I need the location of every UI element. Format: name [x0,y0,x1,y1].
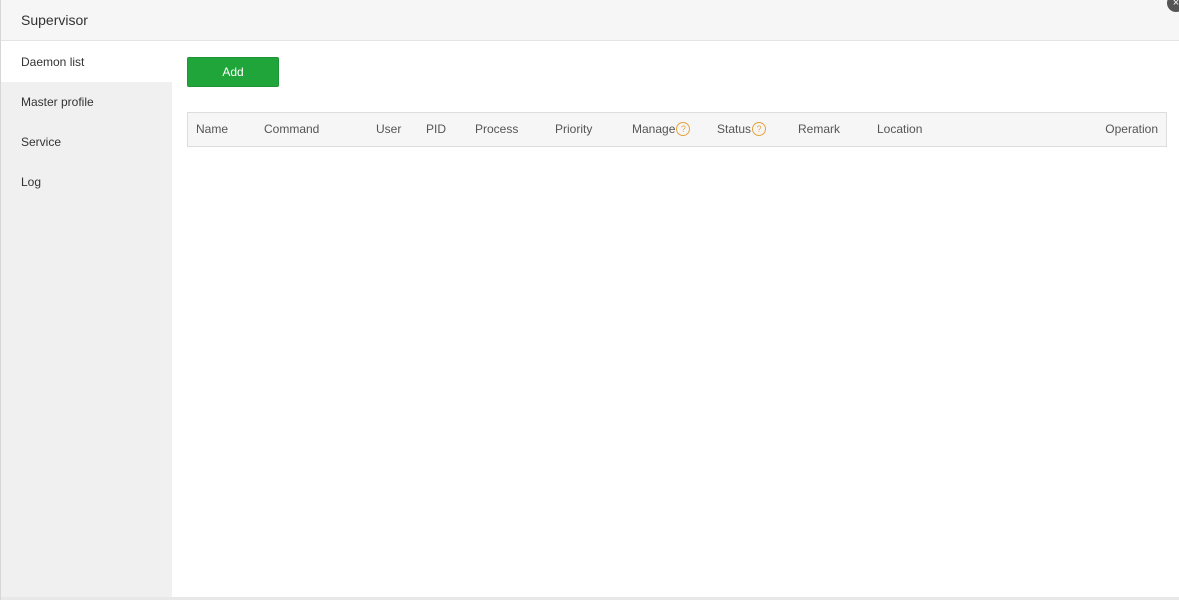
column-header-priority: Priority [555,122,593,136]
daemon-table-header: Name Command User PID Process Priority M… [187,112,1167,147]
column-header-remark: Remark [798,122,841,136]
column-header-location: Location [877,122,923,136]
column-header-manage-label: Manage [632,122,676,136]
column-header-manage: Manage? [632,113,691,146]
close-icon: × [1172,0,1179,9]
sidebar-item-label: Log [21,175,42,189]
sidebar-item-label: Service [21,135,62,149]
sidebar-item-log[interactable]: Log [1,162,172,202]
main-content: Add Daemon Name Command User PID Process… [172,42,1179,600]
sidebar-item-daemon-list[interactable]: Daemon list [1,42,172,82]
column-header-status-label: Status [717,122,752,136]
sidebar: Daemon list Master profile Service Log [1,42,172,600]
sidebar-item-master-profile[interactable]: Master profile [1,82,172,122]
title-bar: Supervisor [1,0,1179,41]
sidebar-item-label: Master profile [21,95,94,109]
question-icon[interactable]: ? [752,121,767,136]
question-icon[interactable]: ? [676,121,691,136]
column-header-name: Name [196,122,229,136]
window-title: Supervisor [21,12,88,28]
sidebar-item-label: Daemon list [21,55,85,69]
column-header-operation: Operation [1105,122,1158,136]
column-header-process: Process [475,122,519,136]
column-header-pid: PID [426,122,447,136]
column-header-command: Command [264,122,320,136]
column-header-user: User [376,122,402,136]
column-header-status: Status? [717,113,767,146]
add-daemon-button[interactable]: Add Daemon [187,57,279,107]
supervisor-dialog: Supervisor × Daemon list Master profile … [0,0,1179,600]
sidebar-item-service[interactable]: Service [1,122,172,162]
